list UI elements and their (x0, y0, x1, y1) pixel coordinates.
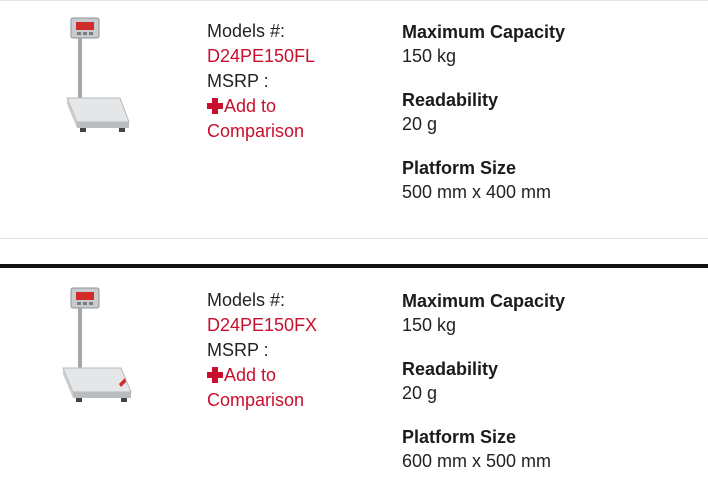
models-label: Models #: (207, 21, 286, 41)
add-to-comparison-button[interactable]: Add to Comparison (207, 94, 387, 144)
spec-label: Maximum Capacity (402, 22, 566, 42)
msrp-label: MSRP : (207, 71, 269, 91)
model-info: Models #: D24PE150FL MSRP : Add to Compa… (207, 19, 387, 144)
product-card: Models #: D24PE150FX MSRP : Add to Compa… (0, 268, 708, 482)
model-info: Models #: D24PE150FX MSRP : Add to Compa… (207, 288, 387, 413)
product-divider (0, 238, 708, 239)
spec-platform: Platform Size 600 mm x 500 mm (402, 425, 702, 474)
model-number-link[interactable]: D24PE150FX (207, 313, 387, 338)
spec-value: 20 g (402, 114, 438, 134)
add-label-2: Comparison (207, 390, 305, 410)
plus-icon (207, 367, 223, 383)
spec-label: Platform Size (402, 427, 517, 447)
add-label: Add to (224, 96, 277, 116)
spec-label: Readability (402, 90, 499, 110)
floor-scale-icon[interactable] (55, 286, 145, 416)
spec-capacity: Maximum Capacity 150 kg (402, 289, 702, 338)
spec-readability: Readability 20 g (402, 88, 702, 137)
floor-scale-icon[interactable] (55, 16, 145, 146)
spec-value: 500 mm x 400 mm (402, 182, 552, 202)
spec-value: 150 kg (402, 46, 457, 66)
add-to-comparison-button[interactable]: Add to Comparison (207, 363, 387, 413)
spec-label: Readability (402, 359, 499, 379)
plus-icon (207, 98, 223, 114)
product-card: Models #: D24PE150FL MSRP : Add to Compa… (0, 0, 708, 238)
models-label: Models #: (207, 290, 286, 310)
spec-list: Maximum Capacity 150 kg Readability 20 g… (402, 289, 702, 474)
add-label: Add to (224, 365, 277, 385)
spec-label: Maximum Capacity (402, 291, 566, 311)
spec-capacity: Maximum Capacity 150 kg (402, 20, 702, 69)
spec-value: 20 g (402, 383, 438, 403)
spec-value: 150 kg (402, 315, 457, 335)
spec-label: Platform Size (402, 158, 517, 178)
msrp-label: MSRP : (207, 340, 269, 360)
add-label-2: Comparison (207, 121, 305, 141)
spec-platform: Platform Size 500 mm x 400 mm (402, 156, 702, 205)
spec-list: Maximum Capacity 150 kg Readability 20 g… (402, 20, 702, 224)
spec-readability: Readability 20 g (402, 357, 702, 406)
model-number-link[interactable]: D24PE150FL (207, 44, 387, 69)
spec-value: 600 mm x 500 mm (402, 451, 552, 471)
